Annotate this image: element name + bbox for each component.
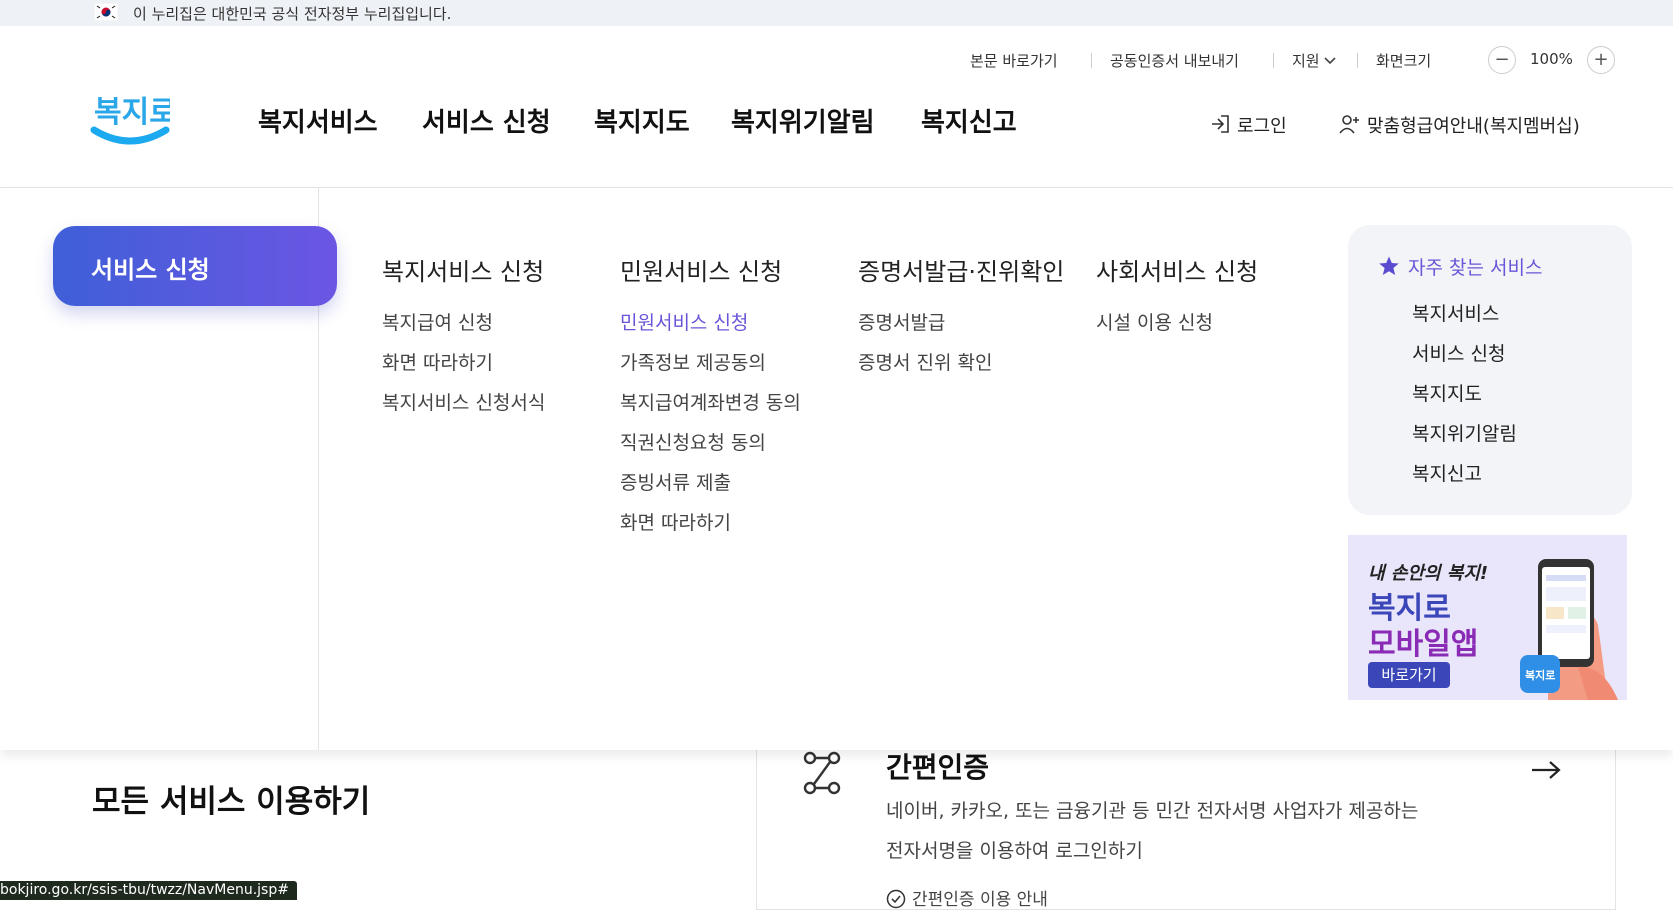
- support-dropdown[interactable]: 지원: [1292, 50, 1336, 74]
- gov-banner: 이 누리집은 대한민국 공식 전자정부 누리집입니다.: [0, 0, 1673, 26]
- menu-item-screen-guide-2[interactable]: 화면 따라하기: [620, 508, 731, 535]
- divider: [1273, 53, 1274, 68]
- menu-item-ex-officio[interactable]: 직권신청요청 동의: [620, 428, 766, 455]
- menu-item-cert-verify[interactable]: 증명서 진위 확인: [858, 348, 992, 375]
- zoom-out-button[interactable]: −: [1488, 46, 1516, 74]
- all-services-title: 모든 서비스 이용하기: [92, 784, 371, 820]
- menu-item-family-consent[interactable]: 가족정보 제공동의: [620, 348, 766, 375]
- menu-item-welfare-benefit[interactable]: 복지급여 신청: [382, 308, 493, 335]
- login-link[interactable]: 로그인: [1209, 112, 1287, 138]
- support-label: 지원: [1292, 52, 1320, 70]
- gnb-welfare-report[interactable]: 복지신고: [921, 102, 1017, 139]
- banner-line-2: 모바일앱: [1368, 627, 1479, 662]
- gnb-welfare-map[interactable]: 복지지도: [594, 102, 690, 139]
- arrow-right-icon[interactable]: [1530, 758, 1562, 782]
- gnb-service-apply[interactable]: 서비스 신청: [422, 102, 551, 139]
- col-welfare-apply-title[interactable]: 복지서비스 신청: [382, 252, 544, 287]
- screen-size-label: 화면크기: [1376, 52, 1432, 70]
- phone-hand-illustration: 복지로: [1520, 559, 1618, 700]
- user-add-icon: [1339, 115, 1359, 134]
- col-social-service-title[interactable]: 사회서비스 신청: [1096, 252, 1258, 287]
- easy-auth-guide-link[interactable]: 간편인증 이용 안내: [886, 885, 1048, 910]
- easy-auth-desc-2: 전자서명을 이용하여 로그인하기: [886, 840, 1143, 862]
- skip-to-content-link[interactable]: 본문 바로가기: [970, 50, 1058, 74]
- menu-item-cert-issue[interactable]: 증명서발급: [858, 308, 945, 335]
- col-certificate-title[interactable]: 증명서발급·진위확인: [858, 252, 1064, 287]
- easy-auth-guide-label: 간편인증 이용 안내: [912, 890, 1048, 910]
- active-menu-pill[interactable]: 서비스 신청: [53, 226, 337, 306]
- mobile-app-banner[interactable]: 내 손안의 복지! 복지로 모바일앱 바로가기 복지로: [1348, 535, 1627, 700]
- favorites-title: 자주 찾는 서비스: [1378, 253, 1542, 280]
- easy-auth-card[interactable]: [756, 750, 1616, 910]
- gov-banner-text: 이 누리집은 대한민국 공식 전자정부 누리집입니다.: [133, 5, 452, 23]
- chevron-down-icon: [1324, 57, 1336, 65]
- active-menu-label: 서비스 신청: [91, 256, 210, 284]
- zoom-level: 100%: [1530, 50, 1573, 68]
- divider: [1357, 53, 1358, 68]
- mega-menu-panel: 서비스 신청 복지서비스 신청 복지급여 신청 화면 따라하기 복지서비스 신청…: [0, 188, 1673, 750]
- menu-item-civil-apply[interactable]: 민원서비스 신청: [620, 308, 748, 335]
- banner-badge-text: 복지로: [1525, 668, 1555, 682]
- check-circle-icon: [886, 889, 906, 909]
- membership-link[interactable]: 맞춤형급여안내(복지멤버십): [1339, 112, 1580, 138]
- menu-item-facility-use[interactable]: 시설 이용 신청: [1096, 308, 1213, 335]
- favorite-item[interactable]: 복지신고: [1412, 459, 1482, 486]
- easy-auth-desc-1: 네이버, 카카오, 또는 금융기관 등 민간 전자서명 사업자가 제공하는: [886, 800, 1419, 822]
- korean-flag-icon: [94, 3, 118, 21]
- favorites-box: 자주 찾는 서비스 복지서비스 서비스 신청 복지지도 복지위기알림 복지신고: [1348, 225, 1632, 515]
- menu-item-apply-forms[interactable]: 복지서비스 신청서식: [382, 388, 545, 415]
- banner-go-button[interactable]: 바로가기: [1368, 662, 1450, 688]
- bokjiro-logo[interactable]: 복지로: [90, 86, 170, 152]
- easy-auth-icon: [803, 751, 841, 795]
- menu-item-submit-docs[interactable]: 증빙서류 제출: [620, 468, 731, 495]
- membership-label: 맞춤형급여안내(복지멤버십): [1367, 116, 1580, 137]
- menu-item-account-change[interactable]: 복지급여계좌변경 동의: [620, 388, 801, 415]
- favorite-item[interactable]: 복지서비스: [1412, 299, 1499, 326]
- easy-auth-title: 간편인증: [886, 751, 990, 784]
- status-url-bar: bokjiro.go.kr/ssis-tbu/twzz/NavMenu.jsp#: [0, 881, 297, 900]
- star-icon: [1379, 256, 1399, 275]
- favorite-item[interactable]: 서비스 신청: [1412, 339, 1505, 366]
- gnb-crisis-alert[interactable]: 복지위기알림: [731, 102, 875, 139]
- login-label: 로그인: [1237, 116, 1287, 137]
- favorite-item[interactable]: 복지위기알림: [1412, 419, 1517, 446]
- cert-export-link[interactable]: 공동인증서 내보내기: [1110, 50, 1239, 74]
- zoom-in-button[interactable]: +: [1587, 46, 1615, 74]
- login-icon: [1212, 115, 1229, 133]
- logo-text: 복지로: [94, 95, 170, 130]
- menu-item-screen-guide[interactable]: 화면 따라하기: [382, 348, 493, 375]
- banner-tagline: 내 손안의 복지!: [1368, 563, 1489, 584]
- favorite-item[interactable]: 복지지도: [1412, 379, 1482, 406]
- divider: [1091, 53, 1092, 68]
- gnb-welfare-service[interactable]: 복지서비스: [258, 102, 378, 139]
- col-civil-apply-title[interactable]: 민원서비스 신청: [620, 252, 782, 287]
- favorites-title-label: 자주 찾는 서비스: [1408, 257, 1543, 279]
